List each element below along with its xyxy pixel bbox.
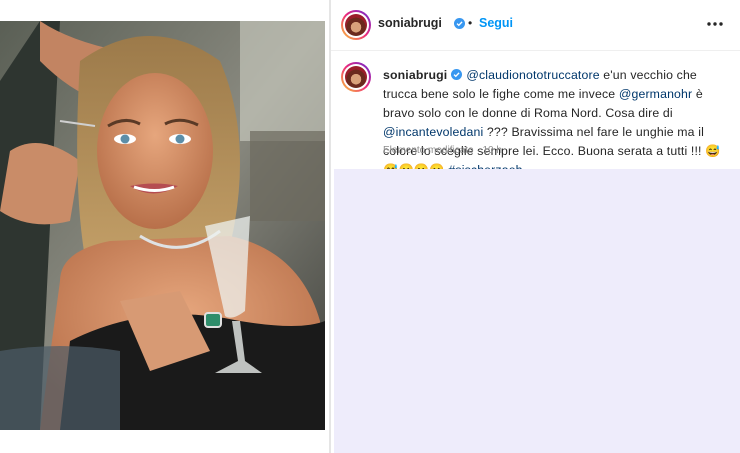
mention-link[interactable]: @incantevoledani (383, 125, 483, 139)
caption: soniabrugi @claudionototruccatore e'un ve… (331, 50, 740, 177)
avatar-image (345, 14, 367, 36)
verified-badge-icon (454, 18, 465, 29)
verified-badge-icon (451, 69, 463, 80)
comments-area (334, 169, 740, 453)
post-time[interactable]: 10 h (483, 145, 502, 156)
post-media (0, 0, 331, 453)
meta-separator: · (473, 145, 483, 156)
mention-link[interactable]: @claudionototruccatore (466, 68, 599, 82)
separator-dot: • (468, 16, 473, 30)
instagram-post: soniabrugi • Segui soniabrugi @claudionot… (0, 0, 740, 453)
avatar[interactable] (341, 10, 371, 40)
post-side-panel: soniabrugi • Segui soniabrugi @claudionot… (331, 0, 740, 453)
caption-text: soniabrugi @claudionototruccatore e'un ve… (383, 66, 728, 180)
edited-label: Elemento modificato (383, 145, 474, 156)
photo-illustration (0, 21, 325, 430)
avatar-image (345, 66, 367, 88)
post-meta: Elemento modificato · 10 h (383, 145, 502, 156)
follow-button[interactable]: Segui (479, 16, 513, 30)
username-link[interactable]: soniabrugi (378, 16, 442, 30)
caption-avatar[interactable] (341, 62, 371, 92)
caption-username[interactable]: soniabrugi (383, 68, 447, 82)
more-options-icon[interactable] (705, 14, 725, 34)
mention-link[interactable]: @germanohr (619, 87, 692, 101)
post-photo[interactable] (0, 21, 325, 430)
media-bottom-bar (0, 430, 331, 453)
post-header: soniabrugi • Segui (331, 0, 740, 51)
